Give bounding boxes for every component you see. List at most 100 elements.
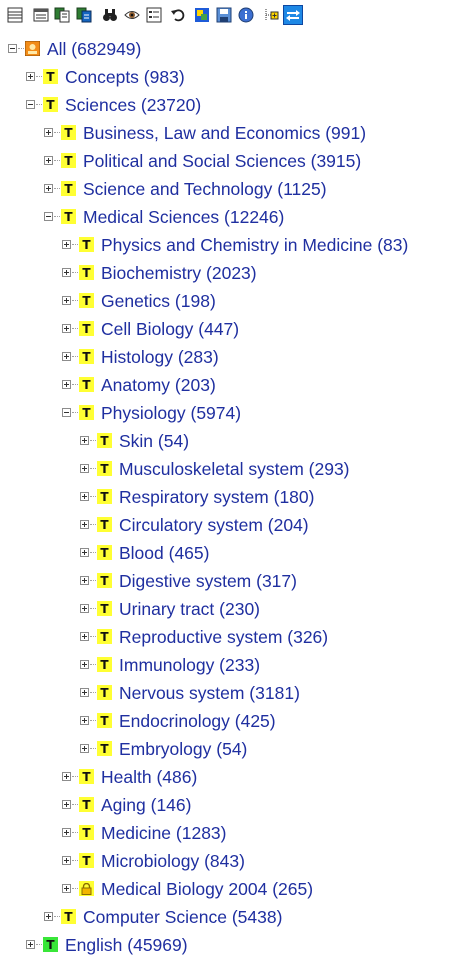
tree-node-circulatory-system[interactable]: T Circulatory system (204) bbox=[0, 512, 462, 540]
tree-node-aging[interactable]: T Aging (146) bbox=[0, 792, 462, 820]
topic-icon: T bbox=[97, 713, 112, 728]
tree-node-biochemistry[interactable]: T Biochemistry (2023) bbox=[0, 260, 462, 288]
tree-node-microbiology[interactable]: T Microbiology (843) bbox=[0, 848, 462, 876]
tree-node-reproductive-system[interactable]: T Reproductive system (326) bbox=[0, 624, 462, 652]
expand-icon[interactable] bbox=[80, 744, 89, 753]
collapse-icon[interactable] bbox=[8, 44, 17, 53]
list-view-button[interactable] bbox=[6, 6, 24, 24]
tree-node-endocrinology[interactable]: T Endocrinology (425) bbox=[0, 708, 462, 736]
tree-node-medical-sciences[interactable]: T Medical Sciences (12246) bbox=[0, 204, 462, 232]
tree-node-musculoskeletal-system[interactable]: T Musculoskeletal system (293) bbox=[0, 456, 462, 484]
info-button[interactable] bbox=[237, 6, 255, 24]
tree-node-medical-biology-2004[interactable]: Medical Biology 2004 (265) bbox=[0, 876, 462, 904]
expand-icon[interactable] bbox=[62, 828, 71, 837]
tree-node-medicine[interactable]: T Medicine (1283) bbox=[0, 820, 462, 848]
expand-icon[interactable] bbox=[80, 436, 89, 445]
expand-icon[interactable] bbox=[80, 520, 89, 529]
expand-icon[interactable] bbox=[44, 128, 53, 137]
binoculars-button[interactable] bbox=[101, 6, 119, 24]
expand-icon[interactable] bbox=[62, 772, 71, 781]
tree-node-histology[interactable]: T Histology (283) bbox=[0, 344, 462, 372]
tree-node-business-law-and-economics[interactable]: T Business, Law and Economics (991) bbox=[0, 120, 462, 148]
tree-node-physics-and-chemistry-in-medicine[interactable]: T Physics and Chemistry in Medicine (83) bbox=[0, 232, 462, 260]
topic-icon: T bbox=[97, 629, 112, 644]
tree-node-digestive-system[interactable]: T Digestive system (317) bbox=[0, 568, 462, 596]
tree-connector bbox=[54, 160, 60, 162]
sync-icon bbox=[285, 7, 301, 23]
expand-icon[interactable] bbox=[80, 660, 89, 669]
tree-node-all[interactable]: All (682949) bbox=[0, 36, 462, 64]
expand-icon[interactable] bbox=[80, 492, 89, 501]
expand-icon[interactable] bbox=[80, 576, 89, 585]
expand-icon[interactable] bbox=[62, 856, 71, 865]
expand-icon[interactable] bbox=[62, 800, 71, 809]
expand-icon[interactable] bbox=[80, 688, 89, 697]
expand-icon[interactable] bbox=[80, 464, 89, 473]
expand-icon[interactable] bbox=[26, 940, 35, 949]
collapse-icon[interactable] bbox=[26, 100, 35, 109]
sync-button[interactable] bbox=[283, 5, 303, 25]
tree-node-blood[interactable]: T Blood (465) bbox=[0, 540, 462, 568]
tree-node-immunology[interactable]: T Immunology (233) bbox=[0, 652, 462, 680]
topic-icon: T bbox=[79, 237, 94, 252]
tree-node-urinary-tract[interactable]: T Urinary tract (230) bbox=[0, 596, 462, 624]
expand-icon[interactable] bbox=[80, 632, 89, 641]
save-button[interactable] bbox=[215, 6, 233, 24]
expand-icon[interactable] bbox=[80, 604, 89, 613]
tree-node-anatomy[interactable]: T Anatomy (203) bbox=[0, 372, 462, 400]
collapse-icon[interactable] bbox=[44, 212, 53, 221]
expand-icon[interactable] bbox=[26, 72, 35, 81]
tree-node-respiratory-system[interactable]: T Respiratory system (180) bbox=[0, 484, 462, 512]
tree-connector bbox=[90, 524, 96, 526]
tree-node-nervous-system[interactable]: T Nervous system (3181) bbox=[0, 680, 462, 708]
tree-node-embryology[interactable]: T Embryology (54) bbox=[0, 736, 462, 764]
tree-node-genetics[interactable]: T Genetics (198) bbox=[0, 288, 462, 316]
add-node-button[interactable] bbox=[262, 6, 280, 24]
tree-node-sciences[interactable]: T Sciences (23720) bbox=[0, 92, 462, 120]
add-node-icon bbox=[263, 7, 279, 23]
tree-node-concepts[interactable]: T Concepts (983) bbox=[0, 64, 462, 92]
topic-icon: T bbox=[97, 685, 112, 700]
tree-connector bbox=[72, 384, 78, 386]
expand-icon[interactable] bbox=[62, 352, 71, 361]
info-icon bbox=[238, 7, 254, 23]
undo-button[interactable] bbox=[169, 6, 187, 24]
expand-icon[interactable] bbox=[62, 884, 71, 893]
tree-node-english[interactable]: T English (45969) bbox=[0, 932, 462, 960]
topic-icon: T bbox=[43, 97, 58, 112]
tree-node-science-and-technology[interactable]: T Science and Technology (1125) bbox=[0, 176, 462, 204]
expand-icon[interactable] bbox=[44, 156, 53, 165]
expand-icon[interactable] bbox=[62, 380, 71, 389]
topic-icon: T bbox=[61, 909, 76, 924]
eye-button[interactable] bbox=[123, 6, 141, 24]
expand-icon[interactable] bbox=[62, 324, 71, 333]
tree-node-computer-science[interactable]: T Computer Science (5438) bbox=[0, 904, 462, 932]
expand-icon[interactable] bbox=[62, 296, 71, 305]
tree-node-label: Concepts (983) bbox=[65, 67, 185, 87]
details-view-button[interactable] bbox=[32, 6, 50, 24]
properties-button[interactable] bbox=[145, 6, 163, 24]
tree-node-cell-biology[interactable]: T Cell Biology (447) bbox=[0, 316, 462, 344]
binoculars-icon bbox=[102, 7, 118, 23]
paste-pages-button[interactable] bbox=[75, 6, 93, 24]
tree-node-health[interactable]: T Health (486) bbox=[0, 764, 462, 792]
tree-node-skin[interactable]: T Skin (54) bbox=[0, 428, 462, 456]
expand-icon[interactable] bbox=[62, 268, 71, 277]
tree-node-physiology[interactable]: T Physiology (5974) bbox=[0, 400, 462, 428]
topic-icon: T bbox=[97, 517, 112, 532]
expand-icon[interactable] bbox=[44, 184, 53, 193]
tree-node-political-and-social-sciences[interactable]: T Political and Social Sciences (3915) bbox=[0, 148, 462, 176]
expand-icon[interactable] bbox=[44, 912, 53, 921]
refresh-colored-button[interactable] bbox=[193, 6, 211, 24]
tree-node-label: Business, Law and Economics (991) bbox=[83, 123, 367, 143]
list-view-icon bbox=[7, 7, 23, 23]
tree-connector bbox=[72, 776, 78, 778]
tree-node-label: Digestive system (317) bbox=[119, 571, 297, 591]
copy-pages-button[interactable] bbox=[53, 6, 71, 24]
expand-icon[interactable] bbox=[62, 240, 71, 249]
collapse-icon[interactable] bbox=[62, 408, 71, 417]
topic-icon: T bbox=[79, 769, 94, 784]
expand-icon[interactable] bbox=[80, 716, 89, 725]
topic-green-icon: T bbox=[43, 937, 58, 952]
expand-icon[interactable] bbox=[80, 548, 89, 557]
